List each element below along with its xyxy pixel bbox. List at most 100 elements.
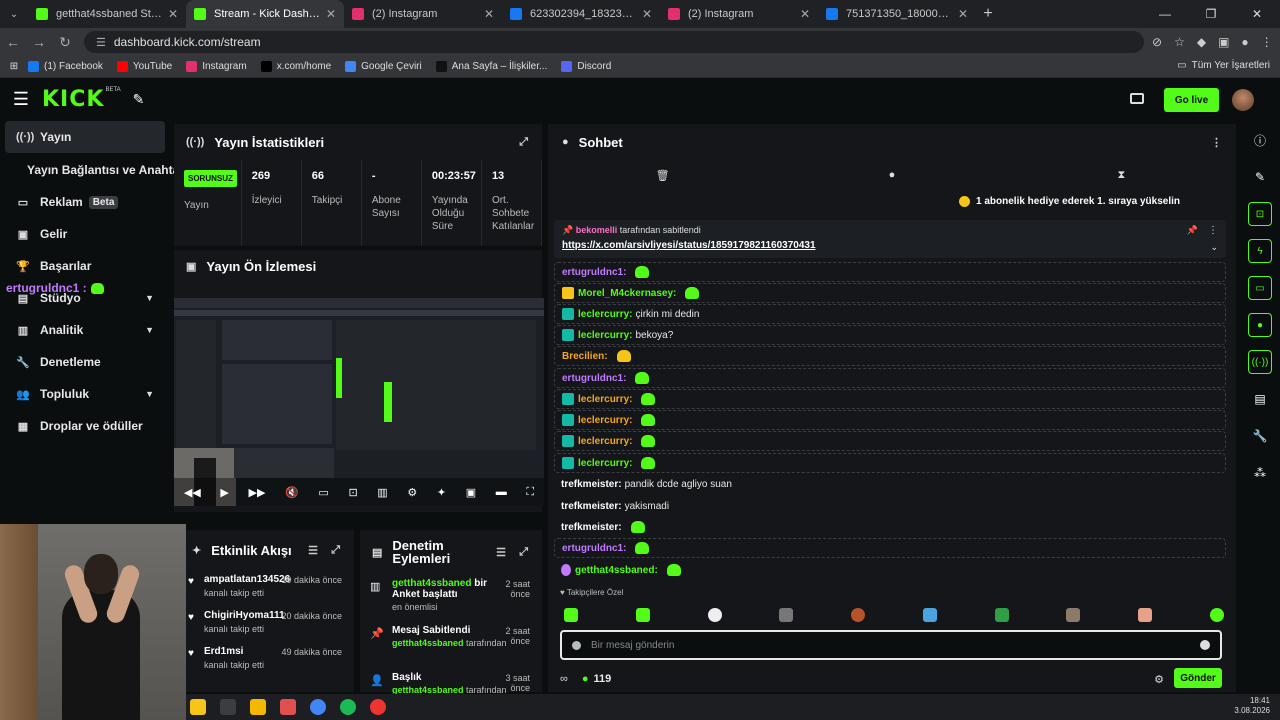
- info-icon[interactable]: ⓘ: [1248, 128, 1272, 152]
- play-icon[interactable]: ▶: [220, 486, 228, 499]
- sidebar-item-1[interactable]: Yayın Bağlantısı ve Anahtarı: [0, 154, 187, 186]
- crop-icon[interactable]: ⊡: [348, 486, 357, 499]
- chat-input[interactable]: Bir mesaj gönderin: [560, 630, 1222, 660]
- profile-icon[interactable]: ●: [1241, 35, 1248, 49]
- sidebar-item-0[interactable]: ((·)) Yayın: [5, 121, 165, 153]
- settings-icon[interactable]: ⚙: [407, 486, 417, 499]
- widgets-icon[interactable]: [190, 699, 206, 715]
- all-bookmarks[interactable]: ▭ Tüm Yer İşaretleri: [1177, 60, 1270, 71]
- forward-icon[interactable]: ▶▶: [248, 486, 265, 499]
- camera-icon[interactable]: [1130, 93, 1144, 104]
- close-window-icon[interactable]: ✕: [1234, 7, 1280, 21]
- apps-icon[interactable]: ⊞: [0, 61, 28, 72]
- sidebar-item-3[interactable]: ▣ Gelir: [0, 218, 170, 250]
- tab-close-icon[interactable]: ✕: [642, 7, 652, 21]
- send-button[interactable]: Gönder: [1174, 668, 1222, 688]
- back-icon[interactable]: ←: [0, 34, 26, 50]
- chat-username[interactable]: trefkmeister:: [561, 479, 622, 490]
- sidebar-item-4[interactable]: 🏆 Başarılar: [0, 250, 170, 282]
- emote-w-icon[interactable]: [635, 608, 650, 622]
- tab-2[interactable]: (2) Instagram ✕: [344, 0, 502, 28]
- wrench-icon[interactable]: 🔧: [1248, 424, 1272, 448]
- tab-1[interactable]: Stream - Kick Dashboard ✕: [186, 0, 344, 28]
- minimize-icon[interactable]: —: [1142, 7, 1188, 21]
- emote-icon[interactable]: [1066, 608, 1081, 622]
- tab-close-icon[interactable]: ✕: [484, 7, 494, 21]
- emote-icon[interactable]: [851, 608, 866, 622]
- go-live-button[interactable]: Go live: [1164, 88, 1219, 112]
- filter-icon[interactable]: ☰: [308, 544, 318, 557]
- maximize-icon[interactable]: ❐: [1188, 7, 1234, 21]
- chevron-down-icon[interactable]: ⌄: [1210, 242, 1218, 253]
- chat-username[interactable]: Morel_M4ckernasey:: [578, 288, 676, 299]
- library-icon[interactable]: ▤: [1248, 387, 1272, 411]
- chat-bubble-icon[interactable]: ●: [777, 169, 1006, 181]
- emote-picker-icon[interactable]: [572, 640, 581, 650]
- tab-close-icon[interactable]: ✕: [958, 7, 968, 21]
- settings-icon[interactable]: ⚙: [1154, 673, 1164, 686]
- tab-3[interactable]: 623302394_183238613412214 ✕: [502, 0, 660, 28]
- fullscreen-icon[interactable]: ⛶: [526, 486, 534, 499]
- chat-username[interactable]: getthat4ssbaned:: [575, 565, 658, 576]
- pinned-link[interactable]: https://x.com/arsivliyesi/status/1859179…: [554, 236, 1226, 251]
- bookmark-2[interactable]: Instagram: [186, 61, 247, 72]
- chat-username[interactable]: leclercurry:: [578, 309, 632, 320]
- eye-off-icon[interactable]: ⊘: [1152, 35, 1162, 49]
- chat-username[interactable]: ertugruldnc1:: [562, 543, 626, 554]
- chevron-down-icon[interactable]: ▼: [145, 325, 154, 335]
- obs-icon[interactable]: [370, 699, 386, 715]
- expand-icon[interactable]: ⤢: [331, 544, 340, 557]
- menu-dots-icon[interactable]: ⋮: [1261, 35, 1273, 49]
- explorer-icon[interactable]: [250, 699, 266, 715]
- chrome-icon[interactable]: [310, 699, 326, 715]
- document-icon[interactable]: ▭: [1248, 276, 1272, 300]
- sidebar-item-8[interactable]: 👥 Topluluk ▼: [0, 378, 170, 410]
- chat-username[interactable]: leclercurry:: [578, 458, 632, 469]
- infinity-icon[interactable]: ∞: [560, 673, 568, 685]
- extension-icon[interactable]: ◆: [1197, 35, 1206, 49]
- chat-icon[interactable]: ●: [1248, 313, 1272, 337]
- camera-icon[interactable]: ▭: [318, 486, 328, 499]
- pinned-message[interactable]: 📌 bekomelli tarafından sabitlendi https:…: [554, 220, 1226, 258]
- filter-icon[interactable]: ☰: [496, 546, 506, 559]
- theater-icon[interactable]: ▬: [496, 486, 507, 498]
- reload-icon[interactable]: ↻: [52, 34, 78, 51]
- emoji-icon[interactable]: [1200, 640, 1210, 650]
- tab-close-icon[interactable]: ✕: [326, 7, 336, 21]
- tab-search-icon[interactable]: ⌄: [0, 9, 28, 20]
- rewind-icon[interactable]: ◀◀: [184, 486, 201, 499]
- chat-username[interactable]: leclercurry:: [578, 330, 632, 341]
- sparkle-icon[interactable]: ✦: [437, 486, 446, 499]
- chat-username[interactable]: leclercurry:: [578, 394, 632, 405]
- site-info-icon[interactable]: ☰: [96, 36, 106, 49]
- sub-banner[interactable]: 1 abonelik hediye ederek 1. sıraya yükse…: [959, 196, 1180, 207]
- chevron-down-icon[interactable]: ▼: [145, 389, 154, 399]
- emote-icon[interactable]: [564, 608, 578, 622]
- chevron-down-icon[interactable]: ▼: [145, 293, 154, 303]
- puzzle-icon[interactable]: ▣: [1218, 35, 1229, 49]
- menu-dots-icon[interactable]: ⋮: [1208, 225, 1218, 236]
- mute-icon[interactable]: 🔇: [285, 486, 299, 499]
- menu-dots-icon[interactable]: ⋮: [1211, 136, 1222, 149]
- bookmark-3[interactable]: x.com/home: [260, 61, 331, 72]
- emote-icon[interactable]: [1209, 608, 1224, 622]
- task-view-icon[interactable]: [220, 699, 236, 715]
- pip-icon[interactable]: ▣: [466, 486, 476, 499]
- chat-username[interactable]: trefkmeister:: [561, 501, 622, 512]
- expand-icon[interactable]: ⤢: [519, 546, 528, 559]
- tab-close-icon[interactable]: ✕: [168, 7, 178, 21]
- sidebar-item-6[interactable]: ▥ Analitik ▼: [0, 314, 170, 346]
- unpin-icon[interactable]: 📌: [1187, 225, 1198, 236]
- stream-preview[interactable]: ◀◀ ▶ ▶▶ 🔇 ▭ ⊡ ▥ ⚙ ✦ ▣ ▬ ⛶: [174, 298, 544, 506]
- emote-icon[interactable]: [1138, 608, 1153, 622]
- emote-icon[interactable]: [994, 608, 1009, 622]
- sidebar-item-7[interactable]: 🔧 Denetleme: [0, 346, 170, 378]
- tab-4[interactable]: (2) Instagram ✕: [660, 0, 818, 28]
- lightning-icon[interactable]: ϟ: [1248, 239, 1272, 263]
- url-input[interactable]: ☰ dashboard.kick.com/stream: [84, 31, 1144, 53]
- community-icon[interactable]: ⁂: [1248, 461, 1272, 485]
- new-tab-button[interactable]: +: [976, 5, 1000, 23]
- sidebar-item-2[interactable]: ▭ Reklam Beta: [0, 186, 170, 218]
- avatar[interactable]: [1232, 89, 1254, 111]
- emote-icon[interactable]: [779, 608, 794, 622]
